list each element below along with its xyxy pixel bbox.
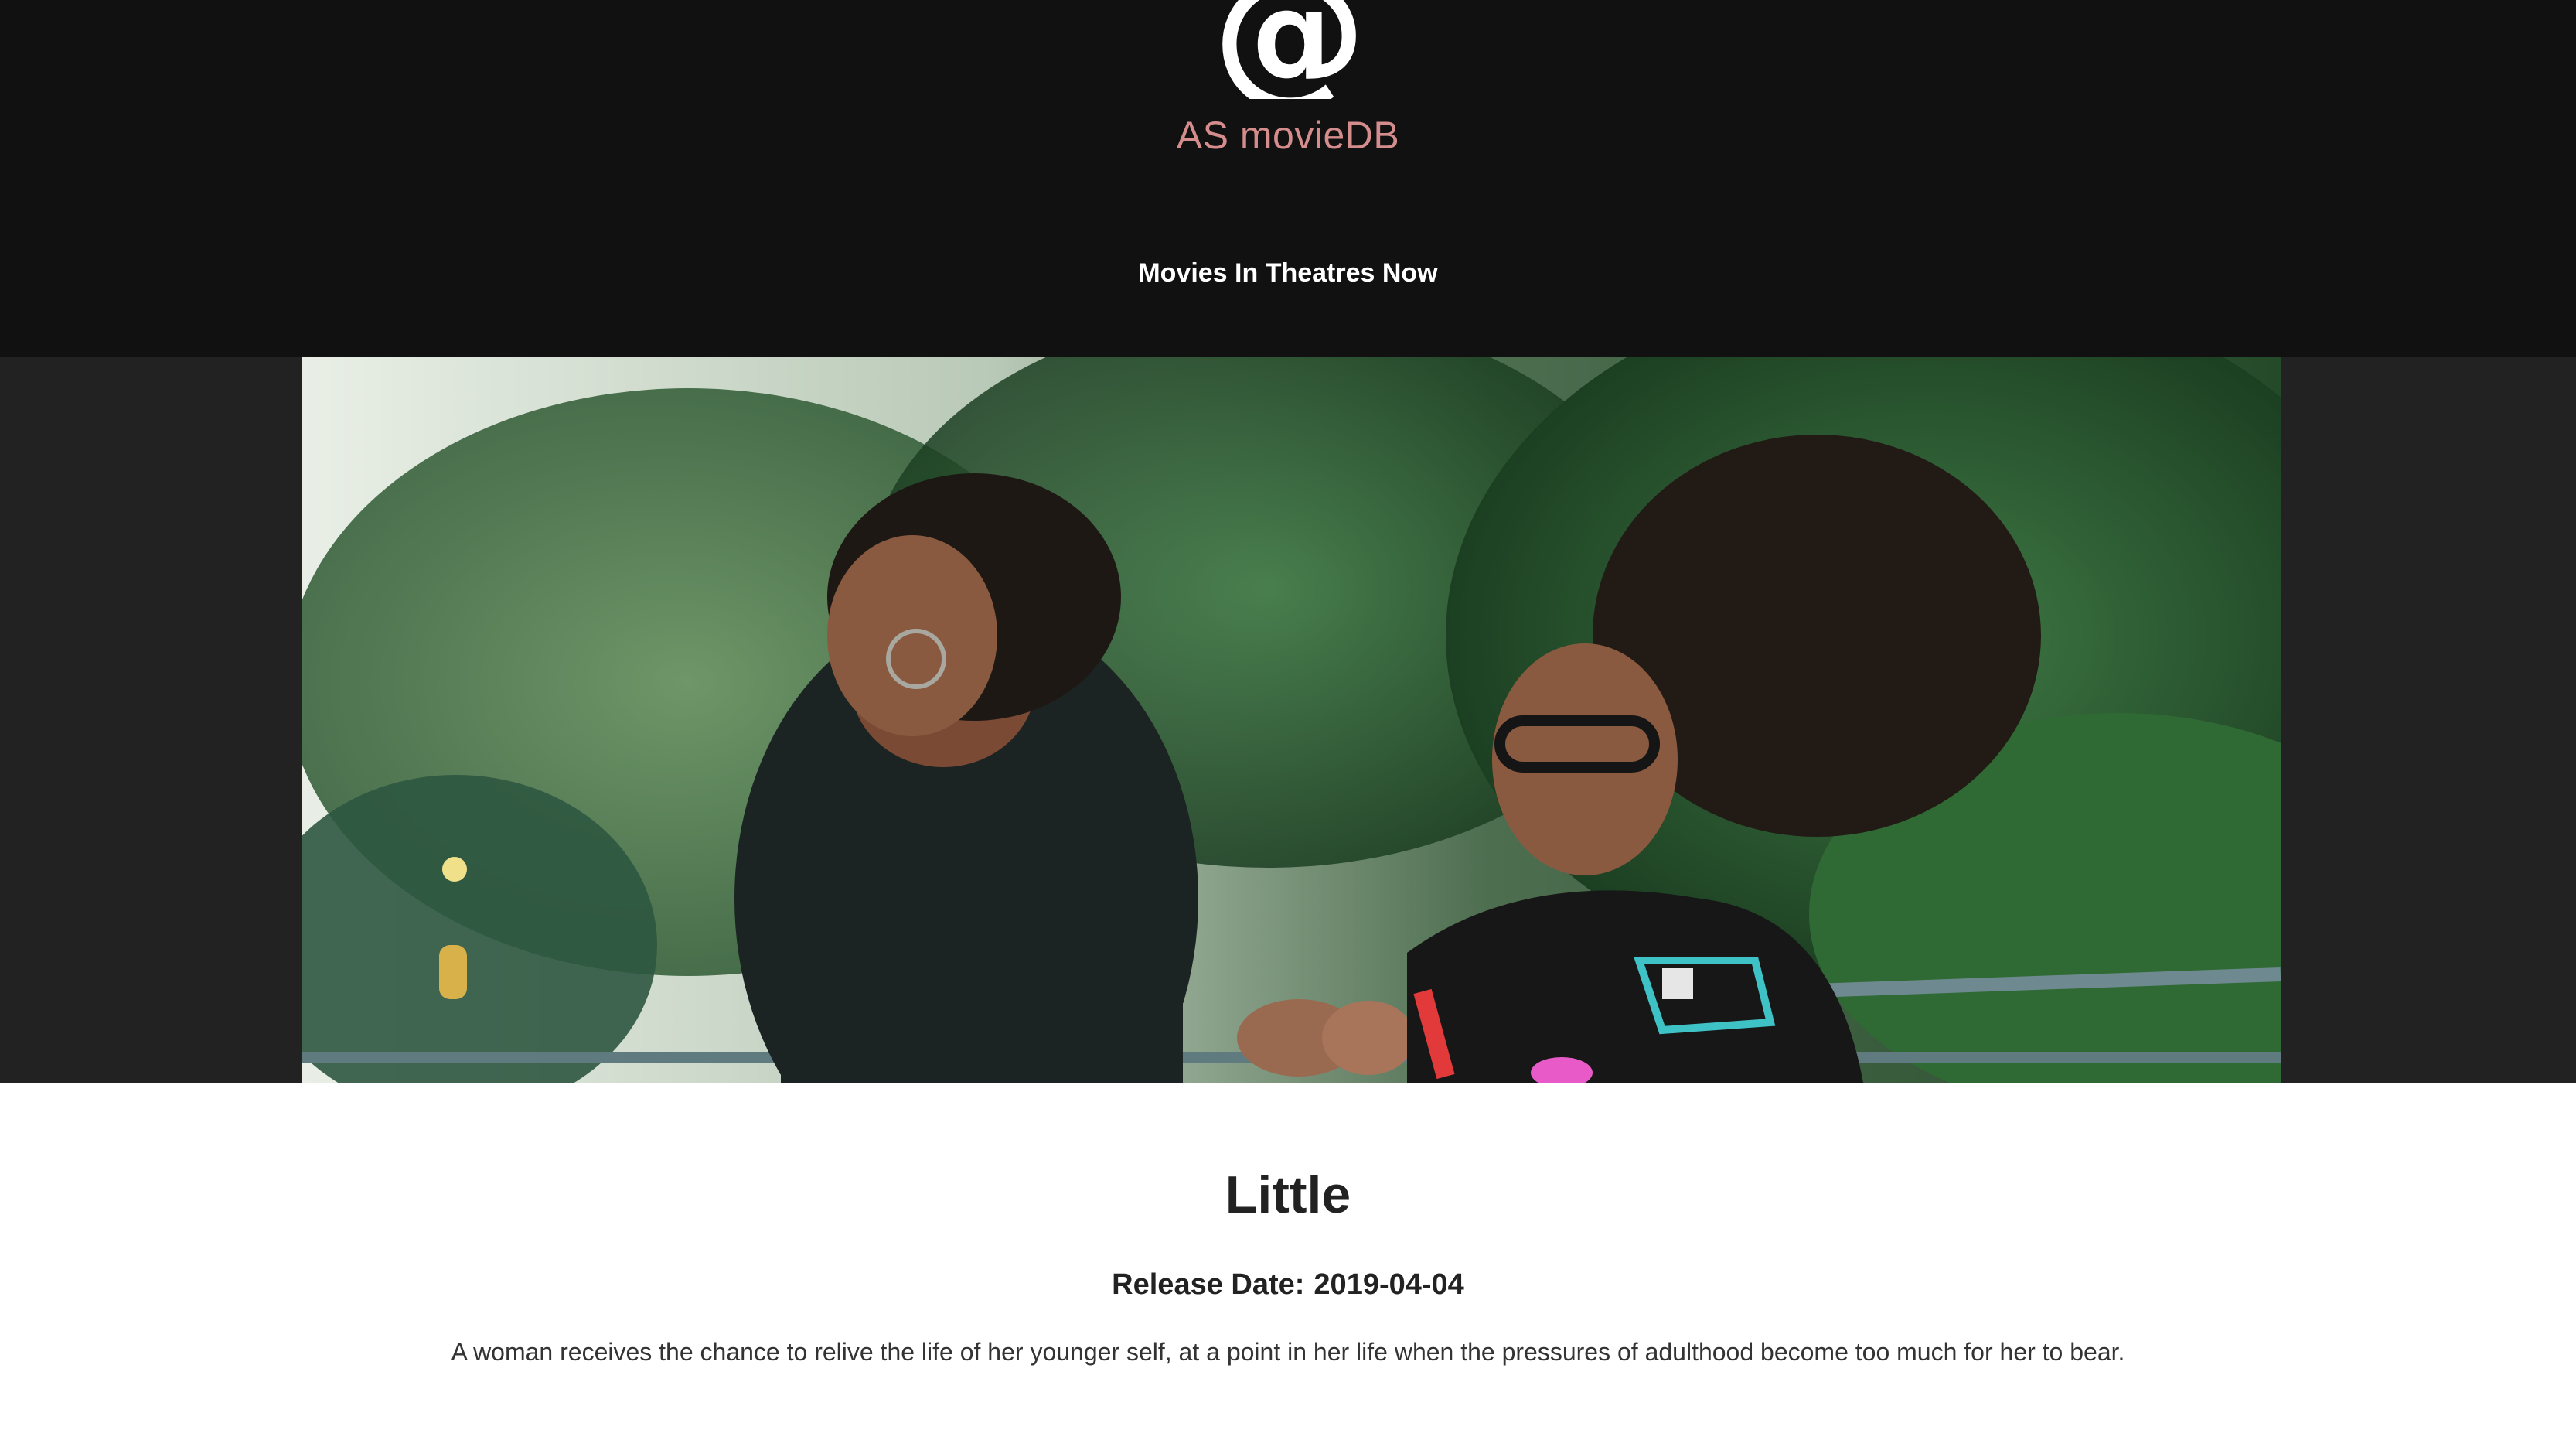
movie-details: Little Release Date: 2019-04-04 A woman r… [0,1083,2576,1440]
release-date-label: Release Date: [1112,1268,1305,1301]
hero-band [0,357,2576,1083]
release-date-value: 2019-04-04 [1314,1268,1464,1301]
movie-backdrop-image [302,357,2281,1083]
brand-name[interactable]: AS movieDB [0,113,2576,158]
movie-title: Little [1225,1165,1351,1224]
nav-movies-in-theatres-link[interactable]: Movies In Theatres Now [0,258,2576,288]
logo-glyph: @ [1214,0,1365,99]
release-date-row: Release Date: 2019-04-04 [0,1268,2576,1302]
at-sign-icon[interactable]: @ [1214,0,1365,99]
site-header: @ AS movieDB Movies In Theatres Now [0,0,2576,357]
movie-overview: A woman receives the chance to relive th… [451,1338,2125,1366]
page: @ AS movieDB Movies In Theatres Now Litt… [0,0,2576,1440]
